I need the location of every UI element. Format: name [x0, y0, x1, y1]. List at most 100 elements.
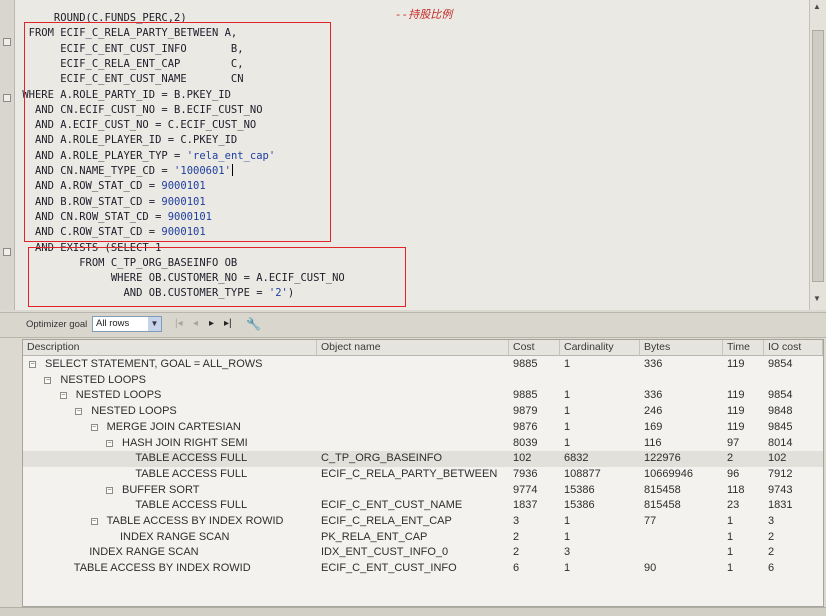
plan-cell-card: 108877 [564, 467, 601, 480]
fold-marker[interactable] [3, 38, 11, 46]
plan-cell-io: 9845 [768, 420, 793, 433]
column-header[interactable]: Time [723, 340, 764, 355]
table-row[interactable]: TABLE ACCESS FULL C_TP_ORG_BASEINFO 102 683… [23, 451, 823, 467]
plan-cell-cost: 9885 [513, 389, 538, 402]
plan-cell-obj: ECIF_C_ENT_CUST_INFO [321, 562, 457, 575]
plan-cell-obj: PK_RELA_ENT_CAP [321, 530, 428, 543]
table-row[interactable]: − NESTED LOOPS 9885 1 336 119 9854 [23, 388, 823, 404]
plan-cell-time: 119 [727, 420, 745, 433]
plan-operation: TABLE ACCESS BY INDEX ROWID [106, 515, 284, 527]
plan-cell-time: 1 [727, 530, 734, 543]
plan-cell-cost: 1837 [513, 499, 538, 512]
wrench-icon[interactable]: 🔧 [246, 318, 261, 330]
plan-cell-cost: 9774 [513, 483, 538, 496]
plan-operation: TABLE ACCESS FULL [135, 467, 248, 480]
plan-cell-time: 2 [727, 452, 734, 465]
plan-cell-bytes: 90 [644, 562, 657, 575]
fold-marker[interactable] [3, 94, 11, 102]
explain-plan-grid[interactable]: Description Object name Cost Cardinality Byt… [22, 339, 824, 607]
plan-cell-io: 2 [768, 530, 775, 543]
plan-cell-bytes: 116 [644, 436, 662, 449]
optimizer-goal-select[interactable]: All rows ▼ [92, 316, 162, 332]
plan-cell-io: 9848 [768, 405, 793, 418]
plan-cell-time: 23 [727, 499, 740, 512]
next-record-icon[interactable]: ▸ [209, 318, 214, 330]
sql-editor[interactable]: ROUND(C.FUNDS_PERC,2) FROM ECIF_C_RELA_P… [0, 0, 826, 310]
plan-operation: INDEX RANGE SCAN [120, 530, 230, 543]
scroll-thumb[interactable] [812, 30, 824, 282]
plan-toolbar: Optimizer goal All rows ▼ |◂ ◂ ▸ ▸| 🔧 [0, 312, 826, 338]
column-header[interactable]: Description [23, 340, 317, 355]
plan-cell-io: 9743 [768, 483, 793, 496]
plan-cell-cost: 9885 [513, 358, 538, 370]
plan-cell-bytes: 246 [644, 405, 663, 418]
plan-cell-card: 1 [564, 530, 571, 543]
collapse-toggle-icon[interactable]: − [106, 439, 113, 447]
table-row[interactable]: − BUFFER SORT 9774 15386 815458 118 9743 [23, 483, 823, 499]
plan-cell-cost: 6 [513, 562, 520, 575]
plan-cell-cost: 102 [513, 452, 532, 465]
table-row[interactable]: TABLE ACCESS FULL ECIF_C_ENT_CUST_NAME 183… [23, 498, 823, 514]
plan-cell-time: 1 [727, 562, 734, 575]
fold-marker[interactable] [3, 248, 11, 256]
sql-comment: --持股比例 [395, 8, 453, 21]
table-row[interactable]: − TABLE ACCESS BY INDEX ROWID ECIF_C_RELA_… [23, 514, 823, 530]
prev-record-icon[interactable]: ◂ [193, 318, 198, 330]
plan-operation: INDEX RANGE SCAN [89, 546, 199, 559]
plan-operation: TABLE ACCESS FULL [135, 452, 248, 465]
column-header[interactable]: Cardinality [560, 340, 640, 355]
table-row[interactable]: INDEX RANGE SCAN PK_RELA_ENT_CAP 2 1 1 2 [23, 530, 823, 546]
plan-operation: NESTED LOOPS [75, 389, 162, 402]
column-header[interactable]: Bytes [640, 340, 723, 355]
table-row[interactable]: TABLE ACCESS BY INDEX ROWID ECIF_C_ENT_CU… [23, 561, 823, 577]
plan-cell-obj: C_TP_ORG_BASEINFO [321, 452, 443, 465]
plan-cell-cost: 2 [513, 546, 520, 559]
plan-cell-bytes: 10669946 [644, 467, 693, 480]
scroll-up-icon[interactable]: ▲ [812, 2, 822, 12]
plan-cell-bytes: 815458 [644, 499, 681, 512]
editor-vertical-scrollbar[interactable]: ▲ ▼ [809, 0, 826, 310]
table-row[interactable]: − MERGE JOIN CARTESIAN 9876 1 169 119 9845 [23, 420, 823, 436]
plan-cell-io: 9854 [768, 358, 793, 370]
collapse-toggle-icon[interactable]: − [59, 392, 67, 400]
plan-cell-card: 6832 [564, 452, 589, 465]
highlight-box-from-where [24, 22, 331, 242]
last-record-icon[interactable]: ▸| [224, 318, 232, 330]
plan-cell-card: 1 [564, 436, 571, 449]
plan-cell-card: 1 [564, 389, 571, 402]
table-row[interactable]: − NESTED LOOPS 9879 1 246 119 9848 [23, 404, 823, 420]
column-header[interactable]: IO cost [764, 340, 823, 355]
column-header[interactable]: Cost [509, 340, 560, 355]
table-row[interactable]: − HASH JOIN RIGHT SEMI 8039 1 116 97 8014 [23, 436, 823, 452]
plan-cell-card: 1 [564, 562, 571, 575]
table-row[interactable]: INDEX RANGE SCAN IDX_ENT_CUST_INFO_0 2 3 1 2 [23, 545, 823, 561]
plan-cell-cost: 2 [513, 530, 520, 543]
collapse-toggle-icon[interactable]: − [29, 361, 36, 368]
first-record-icon[interactable]: |◂ [175, 318, 183, 330]
plan-operation: TABLE ACCESS FULL [135, 499, 248, 512]
collapse-toggle-icon[interactable]: − [44, 376, 52, 384]
plan-operation: HASH JOIN RIGHT SEMI [122, 436, 248, 449]
plan-cell-cost: 7936 [513, 467, 538, 480]
collapse-toggle-icon[interactable]: − [90, 423, 98, 431]
table-row[interactable]: − SELECT STATEMENT, GOAL = ALL_ROWS 9885 1 3… [23, 357, 823, 373]
plan-cell-bytes: 169 [644, 420, 663, 433]
chevron-down-icon[interactable]: ▼ [148, 317, 161, 331]
plan-cell-card: 1 [564, 358, 571, 370]
scroll-down-icon[interactable]: ▼ [812, 294, 822, 304]
plan-cell-bytes: 122976 [644, 452, 681, 465]
collapse-toggle-icon[interactable]: − [90, 518, 98, 525]
plan-cell-time: 119 [727, 405, 745, 418]
plan-cell-time: 118 [727, 483, 745, 496]
plan-operation: SELECT STATEMENT, GOAL = ALL_ROWS [45, 358, 263, 370]
plan-cell-card: 1 [564, 405, 571, 418]
collapse-toggle-icon[interactable]: − [106, 486, 113, 494]
table-row[interactable]: TABLE ACCESS FULL ECIF_C_RELA_PARTY_BETWE… [23, 467, 823, 483]
collapse-toggle-icon[interactable]: − [75, 408, 83, 416]
table-row[interactable]: − NESTED LOOPS [23, 373, 823, 389]
plan-cell-bytes: 336 [644, 389, 663, 402]
plan-cell-time: 119 [727, 358, 745, 370]
plan-cell-card: 1 [564, 420, 571, 433]
plan-cell-card: 3 [564, 546, 571, 559]
column-header[interactable]: Object name [317, 340, 509, 355]
